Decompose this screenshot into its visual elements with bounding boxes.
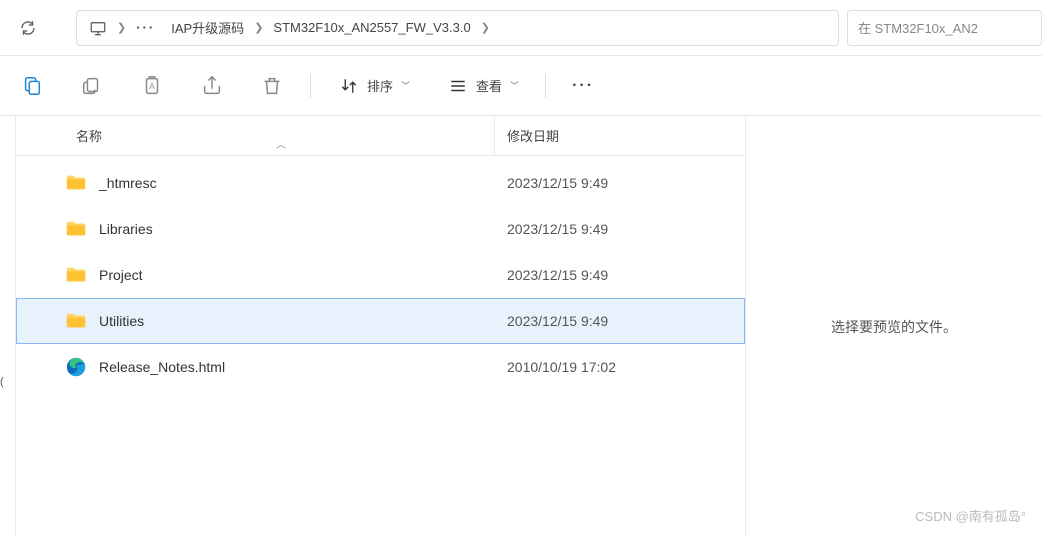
trash-icon <box>260 74 284 98</box>
file-date: 2023/12/15 9:49 <box>495 267 608 283</box>
preview-pane: 选择要预览的文件。 CSDN @南有孤岛° <box>746 116 1042 537</box>
toolbar: A 排序 ﹀ 查看 ﹀ ··· <box>0 56 1042 116</box>
sort-label: 排序 <box>367 76 393 95</box>
view-icon <box>446 74 470 98</box>
chevron-right-icon: ❯ <box>115 21 128 34</box>
sort-button[interactable]: 排序 ﹀ <box>337 74 410 98</box>
view-label: 查看 <box>476 76 502 95</box>
chevron-down-icon: ﹀ <box>401 79 410 92</box>
device-icon[interactable] <box>81 15 115 41</box>
cut-icon <box>20 74 44 98</box>
file-name: Utilities <box>99 313 144 329</box>
folder-icon <box>65 172 87 194</box>
folder-icon <box>65 310 87 332</box>
refresh-button[interactable] <box>0 0 56 56</box>
column-name-label: 名称 <box>76 129 102 144</box>
toolbar-divider <box>545 74 546 98</box>
breadcrumb[interactable]: ❯ ··· IAP升级源码 ❯ STM32F10x_AN2557_FW_V3.3… <box>76 10 839 46</box>
file-date: 2010/10/19 17:02 <box>495 359 616 375</box>
file-date: 2023/12/15 9:49 <box>495 175 608 191</box>
file-row[interactable]: Libraries 2023/12/15 9:49 <box>16 206 745 252</box>
toolbar-divider <box>310 74 311 98</box>
paste-icon: A <box>140 74 164 98</box>
watermark: CSDN @南有孤岛° <box>915 506 1026 525</box>
breadcrumb-item-0[interactable]: IAP升级源码 <box>163 14 252 41</box>
file-list: _htmresc 2023/12/15 9:49 Libraries 2023/12/… <box>16 156 745 390</box>
file-pane: 名称 ︿ 修改日期 _htmresc2023/12/15 9:49Librari… <box>16 116 746 537</box>
breadcrumb-overflow[interactable]: ··· <box>128 16 163 39</box>
copy-icon <box>80 74 104 98</box>
file-date: 2023/12/15 9:49 <box>495 313 608 329</box>
delete-button[interactable] <box>260 74 284 98</box>
titlebar: ❯ ··· IAP升级源码 ❯ STM32F10x_AN2557_FW_V3.3… <box>0 0 1042 56</box>
share-button[interactable] <box>200 74 224 98</box>
view-button[interactable]: 查看 ﹀ <box>446 74 519 98</box>
svg-text:A: A <box>149 81 155 90</box>
share-icon <box>200 74 224 98</box>
sort-icon <box>337 74 361 98</box>
file-name: Release_Notes.html <box>99 359 225 375</box>
cut-button[interactable] <box>20 74 44 98</box>
file-date: 2023/12/15 9:49 <box>495 221 608 237</box>
copy-button[interactable] <box>80 74 104 98</box>
file-row[interactable]: _htmresc 2023/12/15 9:49 <box>16 160 745 206</box>
preview-empty-text: 选择要预览的文件。 <box>831 317 957 337</box>
sort-indicator-icon: ︿ <box>276 136 286 151</box>
column-modified[interactable]: 修改日期 <box>494 116 745 155</box>
column-name[interactable]: 名称 ︿ <box>16 126 494 145</box>
main-area: ( 名称 ︿ 修改日期 _htmresc2023/12/15 9:49Libra… <box>0 116 1042 537</box>
file-row[interactable]: Release_Notes.html 2010/10/19 17:02 <box>16 344 745 390</box>
more-button[interactable]: ··· <box>572 77 594 95</box>
folder-icon <box>65 264 87 286</box>
strip-text: ( <box>0 376 4 388</box>
chevron-down-icon: ﹀ <box>510 79 519 92</box>
file-name: Project <box>99 267 143 283</box>
file-name: _htmresc <box>99 175 157 191</box>
file-name: Libraries <box>99 221 153 237</box>
edge-icon <box>65 356 87 378</box>
nav-strip: ( <box>0 116 16 537</box>
breadcrumb-item-1[interactable]: STM32F10x_AN2557_FW_V3.3.0 <box>265 16 478 39</box>
search-input[interactable]: 在 STM32F10x_AN2 <box>847 10 1042 46</box>
folder-icon <box>65 218 87 240</box>
column-header: 名称 ︿ 修改日期 <box>16 116 745 156</box>
chevron-right-icon: ❯ <box>252 21 265 34</box>
paste-button[interactable]: A <box>140 74 164 98</box>
file-row[interactable]: Project 2023/12/15 9:49 <box>16 252 745 298</box>
refresh-icon <box>19 19 37 37</box>
file-row[interactable]: Utilities 2023/12/15 9:49 <box>16 298 745 344</box>
chevron-right-icon: ❯ <box>479 21 492 34</box>
